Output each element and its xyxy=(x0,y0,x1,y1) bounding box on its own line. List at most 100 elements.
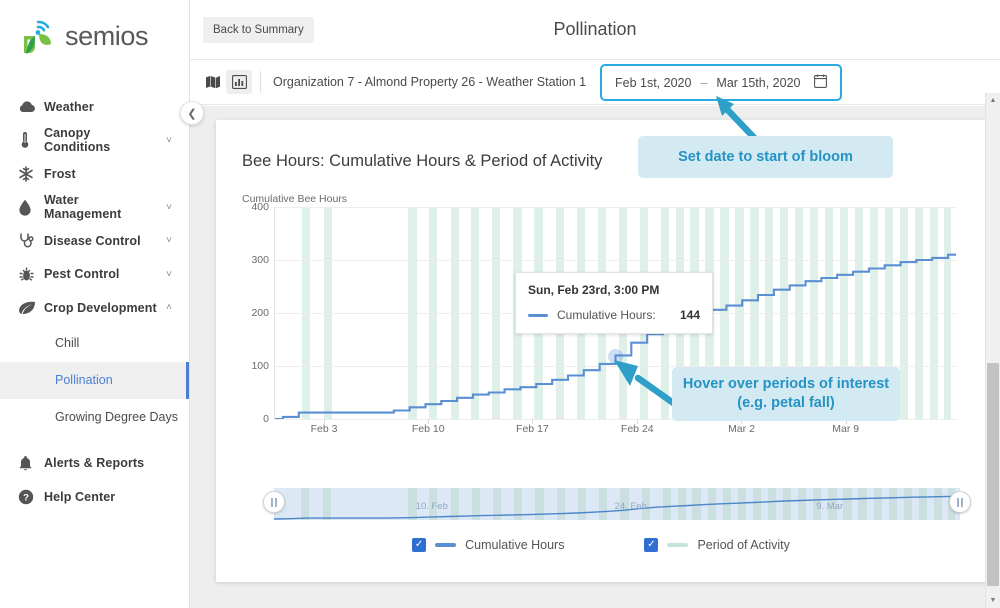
sidebar-item-pest-control[interactable]: Pest Control ˅ xyxy=(0,258,189,292)
sidebar-item-disease-control[interactable]: Disease Control ˅ xyxy=(0,224,189,258)
y-axis-title: Cumulative Bee Hours xyxy=(242,193,348,205)
brand-name: semios xyxy=(65,20,149,51)
x-axis-tick-label: Feb 10 xyxy=(411,423,445,435)
sidebar-item-label: Help Center xyxy=(44,489,116,504)
sidebar-item-crop-development[interactable]: Crop Development ˄ xyxy=(0,291,189,325)
sidebar-item-help-center[interactable]: ? Help Center xyxy=(0,480,189,514)
x-axis-tick-label: Mar 9 xyxy=(832,423,860,435)
pause-grip-icon xyxy=(957,497,963,507)
calendar-icon xyxy=(813,74,827,91)
sidebar-subitem-label: Growing Degree Days xyxy=(55,410,178,424)
brand-logo[interactable]: semios xyxy=(0,0,189,72)
tooltip-series-label: Cumulative Hours: xyxy=(557,308,656,322)
sidebar-subitem-label: Pollination xyxy=(55,373,113,387)
sidebar-item-label: Weather xyxy=(44,99,94,114)
sidebar-item-frost[interactable]: Frost xyxy=(0,157,189,191)
x-axis-tick xyxy=(428,419,430,424)
tooltip-value: 144 xyxy=(679,308,700,322)
sidebar-item-label: Canopy Conditions xyxy=(44,126,111,155)
question-circle-icon: ? xyxy=(18,489,44,505)
leaf-icon xyxy=(18,301,44,315)
chart-view-icon[interactable] xyxy=(226,70,252,94)
stethoscope-icon xyxy=(18,232,44,249)
y-axis-tick-label: 0 xyxy=(263,413,269,425)
navigator-tick-label: 24. Feb xyxy=(614,501,647,512)
sidebar-item-water-management[interactable]: Water Management ˅ xyxy=(0,191,189,225)
date-range-end: Mar 15th, 2020 xyxy=(716,75,801,90)
sidebar-item-label: Water Management xyxy=(44,193,122,222)
date-range-picker[interactable]: Feb 1st, 2020 – Mar 15th, 2020 xyxy=(600,64,842,101)
tooltip-row: Cumulative Hours: 144 xyxy=(528,308,700,322)
x-axis-tick xyxy=(324,419,326,424)
content-area: Bee Hours: Cumulative Hours & Period of … xyxy=(190,106,1000,608)
x-axis-tick-label: Mar 2 xyxy=(728,423,755,435)
primary-nav: Weather Canopy Conditions ˅ Frost Water … xyxy=(0,72,189,514)
chart-hover-point xyxy=(608,349,623,364)
sidebar-item-alerts-reports[interactable]: Alerts & Reports xyxy=(0,447,189,481)
navigator-tick-label: 9. Mar xyxy=(816,501,844,512)
legend-checkbox[interactable]: ✓ xyxy=(644,538,659,552)
annotation-set-date: Set date to start of bloom xyxy=(638,136,893,178)
bug-icon xyxy=(18,266,44,283)
x-axis-tick-label: Feb 3 xyxy=(310,423,338,435)
tooltip-swatch xyxy=(528,313,548,317)
x-axis-tick xyxy=(532,419,534,424)
sidebar-item-label: Pest Control xyxy=(44,267,120,282)
tooltip-title: Sun, Feb 23rd, 3:00 PM xyxy=(528,283,660,297)
x-axis-tick-label: Feb 17 xyxy=(516,423,549,435)
scrollbar-thumb[interactable] xyxy=(987,363,999,586)
toolbar-divider xyxy=(260,71,261,93)
navigator-tick-label: 10. Feb xyxy=(415,501,448,512)
pause-grip-icon xyxy=(271,497,277,507)
chevron-up-icon: ˄ xyxy=(166,302,172,314)
sidebar-subitem-growing-degree-days[interactable]: Growing Degree Days xyxy=(0,399,189,436)
navigator-left-handle[interactable] xyxy=(263,491,285,513)
chevron-down-icon: ˅ xyxy=(166,235,172,247)
snowflake-icon xyxy=(18,165,44,182)
navigator-right-handle[interactable] xyxy=(949,491,971,513)
date-range-start: Feb 1st, 2020 xyxy=(615,75,692,90)
cloud-icon xyxy=(18,100,44,114)
chart-tooltip: Sun, Feb 23rd, 3:00 PM Cumulative Hours:… xyxy=(515,272,713,334)
breadcrumb: Organization 7 - Almond Property 26 - We… xyxy=(273,75,587,89)
legend-checkbox[interactable]: ✓ xyxy=(412,538,427,552)
y-axis-tick-label: 400 xyxy=(251,201,269,213)
page-scrollbar[interactable]: ▲ ▼ xyxy=(985,93,1000,608)
chevron-down-icon: ˅ xyxy=(166,201,172,213)
x-axis-tick-label: Feb 24 xyxy=(620,423,654,435)
legend-label: Cumulative Hours xyxy=(465,538,565,552)
svg-text:?: ? xyxy=(23,492,29,503)
legend-swatch xyxy=(667,543,689,547)
chevron-left-icon: ❮ xyxy=(187,107,197,120)
y-axis-tick-label: 300 xyxy=(251,254,269,266)
legend-item-cumulative-hours[interactable]: ✓ Cumulative Hours xyxy=(412,538,564,552)
scroll-up-arrow[interactable]: ▲ xyxy=(986,93,1000,108)
sidebar-item-label: Alerts & Reports xyxy=(44,456,145,471)
map-view-icon[interactable] xyxy=(200,70,226,94)
sidebar-item-weather[interactable]: Weather xyxy=(0,90,189,124)
thermometer-icon xyxy=(18,131,44,149)
sidebar-subitem-chill[interactable]: Chill xyxy=(0,325,189,362)
range-navigator[interactable]: 10. Feb 24. Feb 9. Mar xyxy=(263,488,971,520)
water-drop-icon xyxy=(18,199,44,216)
sidebar-item-label: Disease Control xyxy=(44,233,141,248)
date-range-separator: – xyxy=(700,75,708,90)
chart-card: Bee Hours: Cumulative Hours & Period of … xyxy=(216,120,986,582)
annotation-hover-periods: Hover over periods of interest (e.g. pet… xyxy=(672,367,900,421)
x-axis-tick xyxy=(637,419,639,424)
y-axis-tick-label: 100 xyxy=(251,360,269,372)
sidebar-collapse-button[interactable]: ❮ xyxy=(180,101,204,125)
sidebar-subitem-label: Chill xyxy=(55,336,80,350)
legend-label: Period of Activity xyxy=(697,538,790,552)
chart-legend: ✓ Cumulative Hours ✓ Period of Activity xyxy=(216,538,986,552)
scroll-down-arrow[interactable]: ▼ xyxy=(986,593,1000,608)
top-bar: Back to Summary Pollination xyxy=(190,0,1000,60)
sidebar-subitem-pollination[interactable]: Pollination xyxy=(0,361,189,399)
sidebar-item-label: Crop Development xyxy=(44,300,157,315)
legend-swatch xyxy=(435,543,457,547)
sub-toolbar: Organization 7 - Almond Property 26 - We… xyxy=(190,60,1000,105)
back-to-summary-button[interactable]: Back to Summary xyxy=(203,16,314,43)
legend-item-period-of-activity[interactable]: ✓ Period of Activity xyxy=(644,538,790,552)
navigator-track[interactable]: 10. Feb 24. Feb 9. Mar xyxy=(274,488,960,520)
sidebar-item-canopy-conditions[interactable]: Canopy Conditions ˅ xyxy=(0,124,189,158)
